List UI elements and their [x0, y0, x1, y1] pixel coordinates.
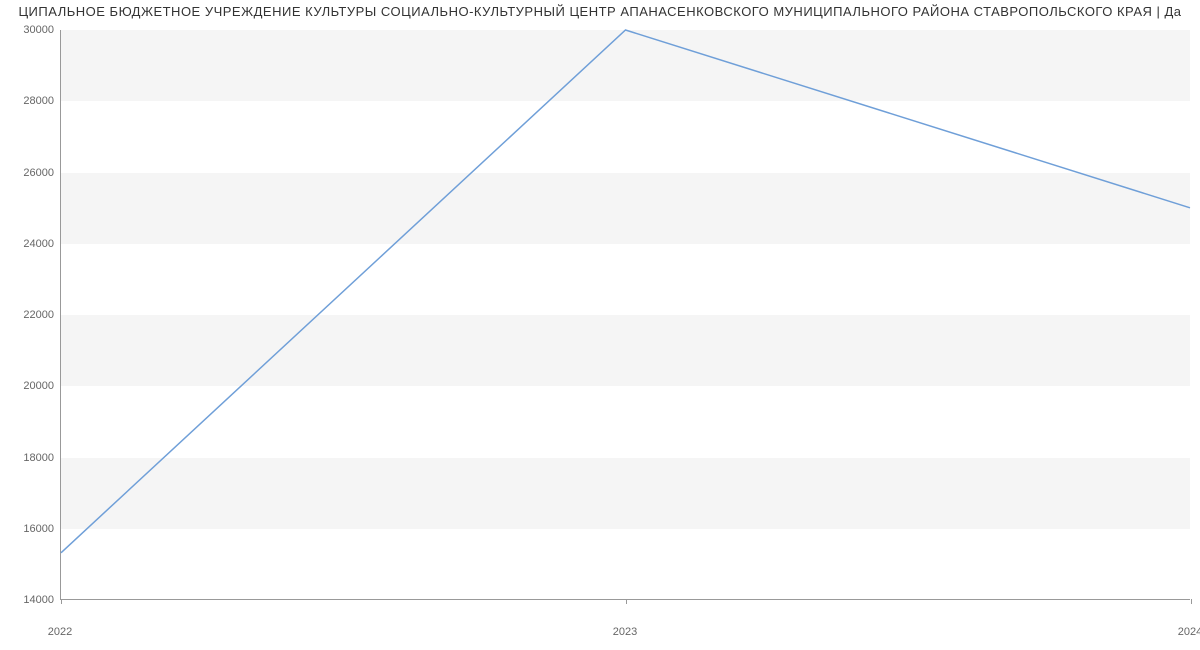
x-tick-label: 2024	[1178, 620, 1200, 638]
y-tick-label: 24000	[6, 238, 54, 250]
line-chart: ЦИПАЛЬНОЕ БЮДЖЕТНОЕ УЧРЕЖДЕНИЕ КУЛЬТУРЫ …	[0, 0, 1200, 650]
y-tick-label: 18000	[6, 452, 54, 464]
y-tick-label: 30000	[6, 24, 54, 36]
plot-area	[60, 30, 1190, 600]
x-tick-label: 2022	[48, 620, 72, 638]
y-tick-label: 26000	[6, 167, 54, 179]
chart-title: ЦИПАЛЬНОЕ БЮДЖЕТНОЕ УЧРЕЖДЕНИЕ КУЛЬТУРЫ …	[0, 4, 1200, 19]
y-tick-label: 14000	[6, 594, 54, 606]
x-tick-mark	[61, 599, 62, 604]
x-tick-mark	[626, 599, 627, 604]
x-tick-label: 2023	[613, 620, 637, 638]
y-tick-label: 16000	[6, 523, 54, 535]
data-line	[61, 30, 1190, 553]
line-series	[61, 30, 1190, 599]
y-tick-label: 20000	[6, 380, 54, 392]
y-tick-label: 28000	[6, 95, 54, 107]
x-tick-mark	[1191, 599, 1192, 604]
y-tick-label: 22000	[6, 309, 54, 321]
